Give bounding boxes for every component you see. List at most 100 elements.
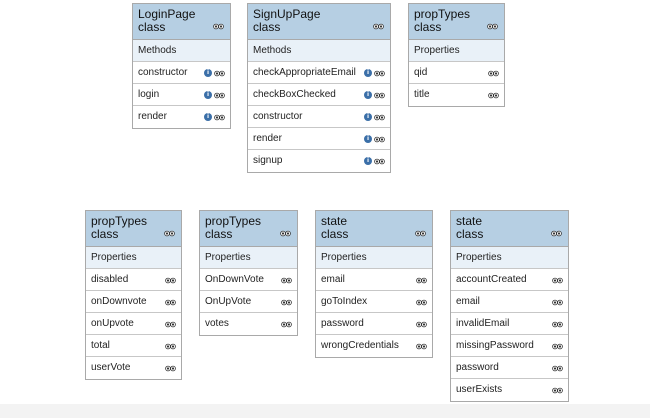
header-visibility	[280, 224, 291, 242]
member-icons	[416, 313, 427, 335]
property-row[interactable]: invalidEmail	[451, 313, 568, 335]
eyes-icon[interactable]	[552, 299, 563, 306]
class-kind-label: class	[456, 227, 484, 241]
info-icon[interactable]: i	[204, 91, 212, 99]
info-icon[interactable]: i	[364, 69, 372, 77]
method-row[interactable]: render i	[133, 106, 230, 128]
property-row[interactable]: onDownvote	[86, 291, 181, 313]
header-visibility	[551, 224, 562, 242]
method-row[interactable]: checkAppropriateEmail i	[248, 62, 390, 84]
member-label: OnUpVote	[205, 296, 252, 307]
property-row[interactable]: qid	[409, 62, 504, 84]
class-box: state class Properties accountCreated email i…	[450, 210, 569, 402]
info-icon[interactable]: i	[364, 113, 372, 121]
class-header[interactable]: state class	[316, 211, 432, 247]
class-kind-label: class	[321, 227, 349, 241]
property-row[interactable]: onUpvote	[86, 313, 181, 335]
header-visibility	[373, 17, 384, 35]
eyes-icon[interactable]	[214, 114, 225, 121]
member-icons: i	[364, 128, 385, 150]
class-header[interactable]: LoginPage class	[133, 4, 230, 40]
class-box: propTypes class Properties qid title	[408, 3, 505, 107]
eyes-icon[interactable]	[165, 321, 176, 328]
eyes-icon[interactable]	[416, 299, 427, 306]
property-row[interactable]: accountCreated	[451, 269, 568, 291]
eyes-icon[interactable]	[165, 343, 176, 350]
eyes-icon[interactable]	[280, 230, 291, 237]
eyes-icon[interactable]	[374, 70, 385, 77]
class-header[interactable]: propTypes class	[409, 4, 504, 40]
member-icons	[281, 313, 292, 335]
eyes-icon[interactable]	[416, 277, 427, 284]
eyes-icon[interactable]	[416, 321, 427, 328]
property-row[interactable]: wrongCredentials	[316, 335, 432, 357]
method-row[interactable]: login i	[133, 84, 230, 106]
property-row[interactable]: votes	[200, 313, 297, 335]
property-row[interactable]: title	[409, 84, 504, 106]
eyes-icon[interactable]	[415, 230, 426, 237]
eyes-icon[interactable]	[552, 343, 563, 350]
property-row[interactable]: disabled	[86, 269, 181, 291]
eyes-icon[interactable]	[552, 321, 563, 328]
property-row[interactable]: OnDownVote	[200, 269, 297, 291]
eyes-icon[interactable]	[214, 70, 225, 77]
section-title: Properties	[200, 247, 297, 269]
eyes-icon[interactable]	[165, 299, 176, 306]
eyes-icon[interactable]	[165, 277, 176, 284]
info-icon[interactable]: i	[204, 69, 212, 77]
method-row[interactable]: render i	[248, 128, 390, 150]
property-row[interactable]: userExists	[451, 379, 568, 401]
eyes-icon[interactable]	[552, 365, 563, 372]
member-icons	[165, 357, 176, 379]
property-row[interactable]: email	[451, 291, 568, 313]
property-row[interactable]: email	[316, 269, 432, 291]
class-header[interactable]: SignUpPage class	[248, 4, 390, 40]
method-row[interactable]: constructor i	[133, 62, 230, 84]
member-label: email	[321, 274, 345, 285]
member-label: title	[414, 89, 430, 100]
class-header[interactable]: state class	[451, 211, 568, 247]
eyes-icon[interactable]	[552, 387, 563, 394]
info-icon[interactable]: i	[364, 135, 372, 143]
property-row[interactable]: missingPassword	[451, 335, 568, 357]
member-label: invalidEmail	[456, 318, 510, 329]
eyes-icon[interactable]	[374, 158, 385, 165]
member-icons: i	[204, 84, 225, 106]
property-row[interactable]: password	[451, 357, 568, 379]
member-icons	[488, 62, 499, 84]
eyes-icon[interactable]	[488, 70, 499, 77]
info-icon[interactable]: i	[364, 91, 372, 99]
property-row[interactable]: userVote	[86, 357, 181, 379]
property-row[interactable]: goToIndex	[316, 291, 432, 313]
eyes-icon[interactable]	[374, 136, 385, 143]
eyes-icon[interactable]	[552, 277, 563, 284]
info-icon[interactable]: i	[204, 113, 212, 121]
member-label: userVote	[91, 362, 131, 373]
method-row[interactable]: signup i	[248, 150, 390, 172]
method-row[interactable]: constructor i	[248, 106, 390, 128]
method-row[interactable]: checkBoxChecked i	[248, 84, 390, 106]
eyes-icon[interactable]	[213, 23, 224, 30]
info-icon[interactable]: i	[364, 157, 372, 165]
eyes-icon[interactable]	[281, 299, 292, 306]
member-icons	[416, 291, 427, 313]
member-label: signup	[253, 155, 283, 166]
eyes-icon[interactable]	[551, 230, 562, 237]
eyes-icon[interactable]	[488, 92, 499, 99]
eyes-icon[interactable]	[281, 277, 292, 284]
eyes-icon[interactable]	[487, 23, 498, 30]
eyes-icon[interactable]	[416, 343, 427, 350]
eyes-icon[interactable]	[281, 321, 292, 328]
eyes-icon[interactable]	[165, 365, 176, 372]
eyes-icon[interactable]	[374, 92, 385, 99]
eyes-icon[interactable]	[164, 230, 175, 237]
eyes-icon[interactable]	[214, 92, 225, 99]
property-row[interactable]: password	[316, 313, 432, 335]
class-header[interactable]: propTypes class	[86, 211, 181, 247]
class-header[interactable]: propTypes class	[200, 211, 297, 247]
member-label: votes	[205, 318, 229, 329]
property-row[interactable]: OnUpVote	[200, 291, 297, 313]
eyes-icon[interactable]	[373, 23, 384, 30]
property-row[interactable]: total	[86, 335, 181, 357]
eyes-icon[interactable]	[374, 114, 385, 121]
